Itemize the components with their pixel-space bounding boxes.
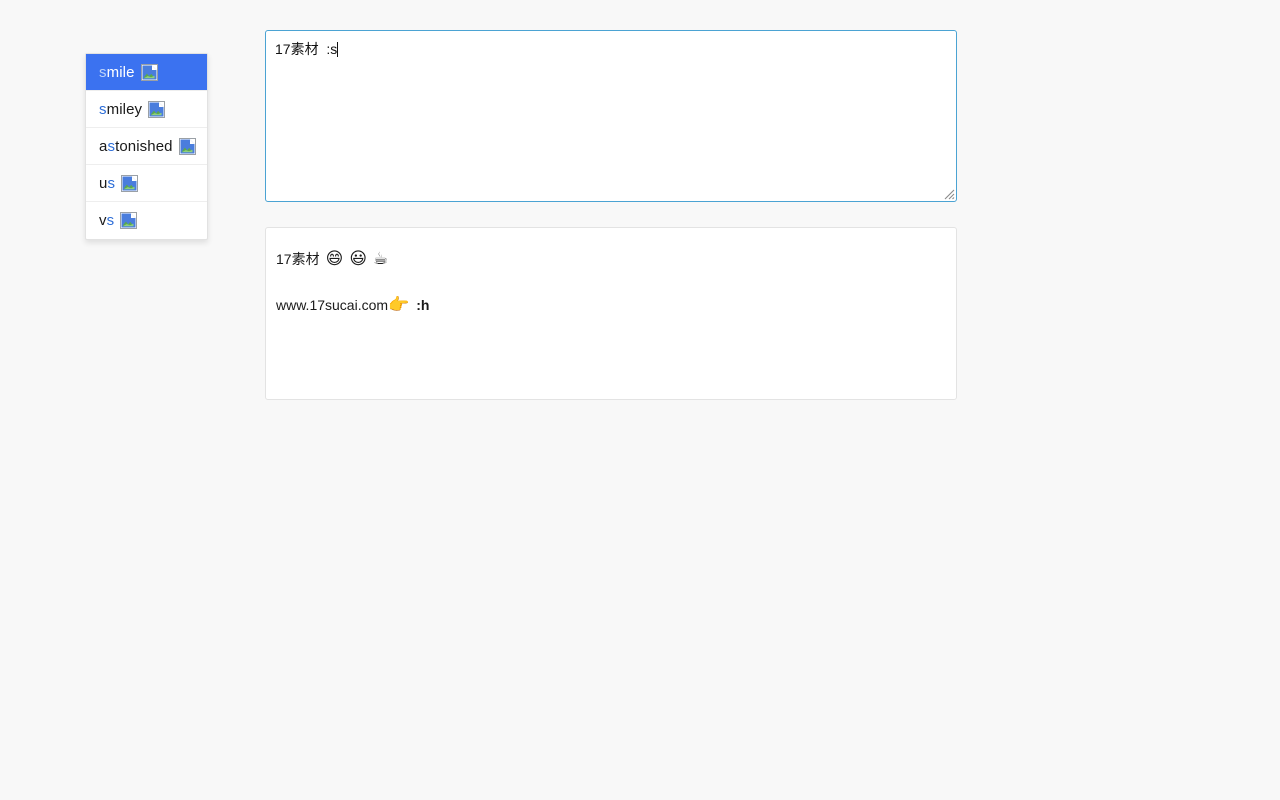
autocomplete-item-match: s (106, 212, 115, 229)
autocomplete-item-match: s (99, 100, 107, 118)
autocomplete-item-prefix: v (99, 212, 107, 229)
autocomplete-item-label: vs (99, 213, 114, 228)
editor-container: 17素材 :s (265, 30, 957, 202)
autocomplete-item-label: smiley (99, 102, 142, 117)
pointing-right-hand-emoji: 👉 (388, 294, 410, 315)
autocomplete-item-label: astonished (99, 139, 173, 154)
autocomplete-item-match: s (107, 174, 116, 192)
broken-image-icon (178, 137, 196, 155)
autocomplete-item-smile[interactable]: smile (86, 54, 207, 91)
autocomplete-item-match: s (107, 137, 116, 155)
grinning-face-emoji: 😃 (349, 249, 368, 270)
autocomplete-item-vs[interactable]: vs (86, 202, 207, 239)
autocomplete-item-suffix: mile (106, 63, 135, 81)
preview-line: www.17sucai.com 👉 :h (276, 296, 956, 316)
page-root: smile smiley astonished us vs 17素材:s 17… (0, 0, 1280, 800)
autocomplete-item-smiley[interactable]: smiley (86, 91, 207, 128)
autocomplete-item-label: us (99, 176, 115, 191)
emoji-preview-panel: 17素材 😄 😃 ☕ www.17sucai.com 👉 :h (265, 227, 957, 400)
broken-image-icon (148, 100, 166, 118)
autocomplete-item-label: smile (99, 65, 135, 80)
hot-beverage-emoji: ☕ (373, 249, 389, 270)
autocomplete-item-astonished[interactable]: astonished (86, 128, 207, 165)
preview-line-text: 17素材 (276, 251, 320, 267)
autocomplete-item-match: s (99, 63, 107, 81)
broken-image-icon (140, 63, 158, 81)
autocomplete-item-suffix: tonished (115, 137, 173, 155)
preview-trailing-code: :h (416, 296, 430, 313)
grinning-squinting-face-emoji: 😄 (325, 249, 344, 270)
autocomplete-item-us[interactable]: us (86, 165, 207, 202)
broken-image-icon (121, 174, 139, 192)
preview-line-text: www.17sucai.com (276, 296, 389, 313)
autocomplete-item-suffix: miley (106, 100, 143, 118)
message-textarea[interactable] (265, 30, 957, 202)
broken-image-icon (120, 212, 138, 229)
preview-line: 17素材 😄 😃 ☕ (276, 250, 956, 270)
emoji-autocomplete-dropdown[interactable]: smile smiley astonished us vs (85, 53, 208, 240)
